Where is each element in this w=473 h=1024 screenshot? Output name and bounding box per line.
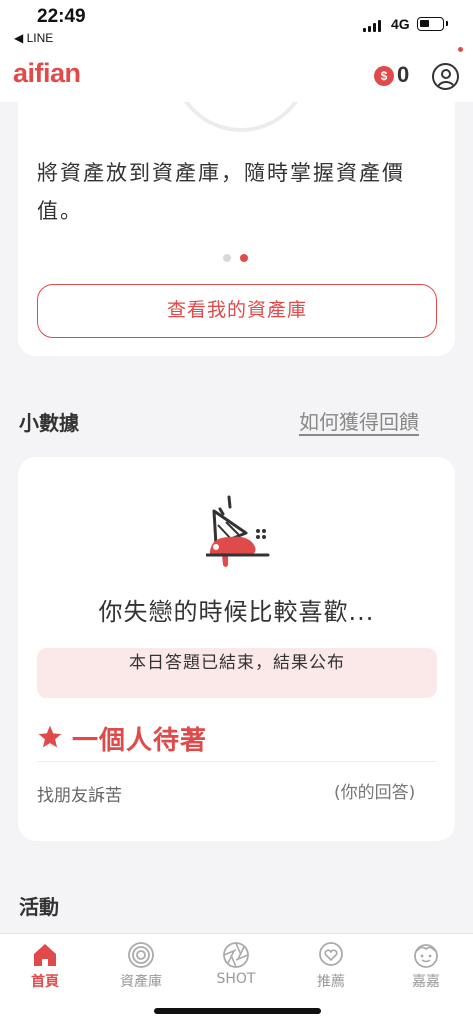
tab-label: 嘉嘉: [412, 974, 440, 990]
star-icon: [38, 725, 62, 748]
heart-bubble-icon: [319, 942, 343, 966]
tab-label: 資產庫: [120, 974, 162, 990]
divider: [37, 761, 437, 762]
status-time: 22:49: [37, 6, 86, 27]
how-to-earn-link[interactable]: 如何獲得回饋: [299, 406, 419, 435]
asset-illustration: [172, 102, 302, 132]
asset-description: 將資產放到資產庫，隨時掌握資產價值。: [37, 161, 405, 223]
tab-shot[interactable]: SHOT: [191, 941, 281, 987]
dropped-icecream-icon: [206, 495, 270, 567]
battery-icon: [417, 17, 448, 31]
home-icon: [34, 944, 56, 966]
vault-icon: [128, 942, 154, 968]
poll-question: 你失戀的時候比較喜歡...: [98, 598, 375, 626]
tab-vault[interactable]: 資產庫: [96, 941, 186, 991]
app-header: aifian $ 0: [0, 52, 473, 102]
back-to-app-link[interactable]: ◀ LINE: [14, 31, 53, 45]
section-title-activity: 活動: [19, 895, 59, 919]
my-answer: 找朋友訴苦: [37, 786, 122, 806]
coin-icon[interactable]: $: [374, 66, 394, 86]
tab-label: 首頁: [31, 974, 59, 990]
status-bar: 22:49 ◀ LINE 4G: [0, 0, 473, 52]
account-icon[interactable]: [432, 63, 459, 90]
tab-label: SHOT: [216, 971, 256, 987]
tab-jiajia[interactable]: 嘉嘉: [381, 941, 471, 991]
top-answer: 一個人待著: [72, 726, 208, 756]
app-logo[interactable]: aifian: [13, 58, 81, 89]
view-vault-button[interactable]: 查看我的資產庫: [37, 284, 437, 338]
home-indicator[interactable]: [154, 1008, 321, 1014]
signal-icon: [363, 20, 383, 32]
carousel-dot-active[interactable]: [240, 254, 248, 262]
poll-status-banner: 本日答題已結束，結果公布: [37, 648, 437, 698]
tab-home[interactable]: 首頁: [0, 941, 90, 991]
face-icon: [414, 944, 438, 968]
tab-recommend[interactable]: 推薦: [286, 941, 376, 991]
carousel-indicator[interactable]: [223, 247, 257, 266]
network-type: 4G: [391, 16, 410, 32]
aperture-icon: [223, 942, 249, 968]
coin-count[interactable]: 0: [397, 62, 409, 88]
section-title-data: 小數據: [19, 411, 79, 435]
carousel-dot[interactable]: [223, 254, 231, 262]
my-answer-tag: (你的回答): [334, 783, 416, 803]
tab-label: 推薦: [317, 974, 345, 990]
